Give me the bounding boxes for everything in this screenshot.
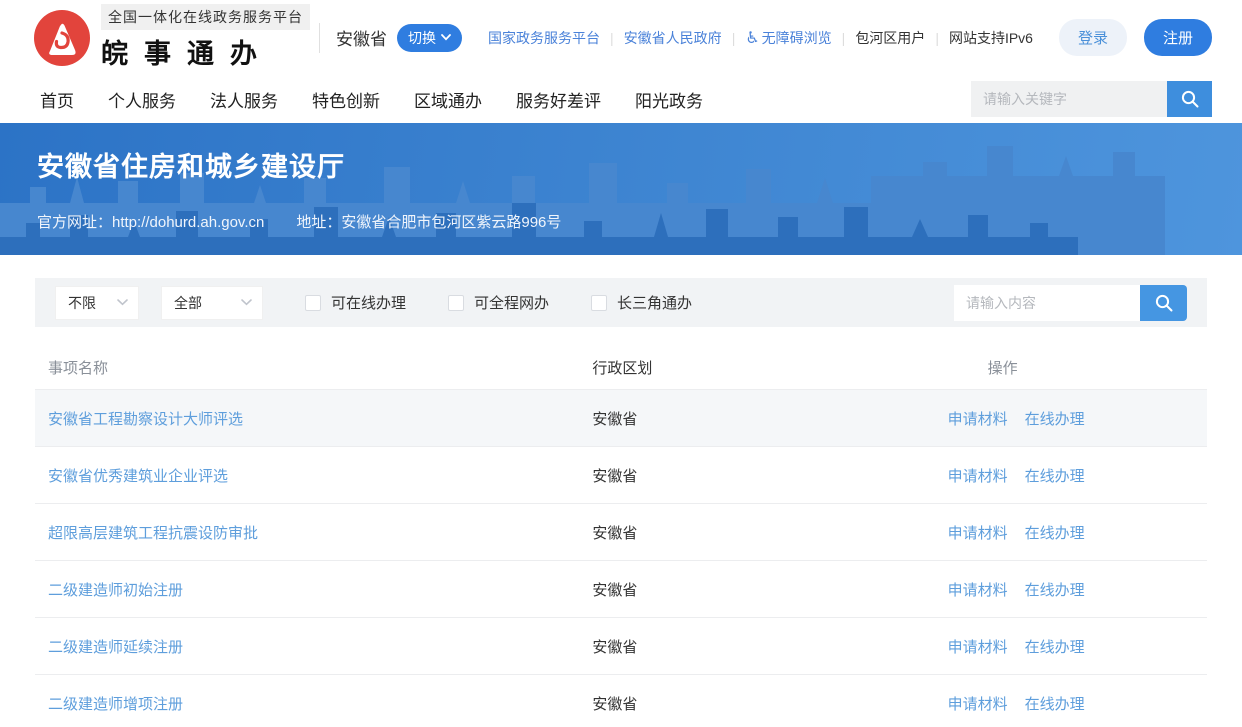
link-national-platform[interactable]: 国家政务服务平台	[488, 28, 600, 48]
type-select[interactable]: 全部	[161, 286, 263, 320]
search-icon	[1180, 89, 1200, 109]
checkbox-label: 可在线办理	[331, 292, 406, 313]
site-brand-title: 皖事通办	[101, 32, 313, 71]
region-select[interactable]: 不限	[55, 286, 139, 320]
link-separator: |	[610, 30, 614, 46]
item-region: 安徽省	[592, 465, 947, 486]
nav-item-regional[interactable]: 区域通办	[414, 87, 482, 112]
nav-item-innovation[interactable]: 特色创新	[312, 87, 380, 112]
chevron-down-icon	[241, 299, 252, 306]
item-region: 安徽省	[592, 408, 947, 429]
nav-search-button[interactable]	[1167, 81, 1212, 117]
type-select-value: 全部	[174, 293, 202, 313]
department-info: 官方网址：http://dohurd.ah.gov.cn 地址：安徽省合肥市包河…	[37, 211, 1242, 232]
nav-item-home[interactable]: 首页	[40, 87, 74, 112]
service-items-table: 事项名称 行政区划 操作 安徽省工程勘察设计大师评选 安徽省 申请材料 在线办理…	[35, 345, 1207, 727]
checkbox-icon	[448, 295, 464, 311]
apply-materials-link[interactable]: 申请材料	[948, 408, 1008, 429]
region-select-value: 不限	[68, 293, 96, 313]
checkbox-full-online[interactable]: 可全程网办	[448, 292, 549, 313]
main-content: 不限 全部 可在线办理 可全程网办 长三角通办	[0, 278, 1242, 727]
checkbox-icon	[591, 295, 607, 311]
current-region-label: 安徽省	[336, 25, 387, 50]
logo-text-block: 全国一体化在线政务服务平台 皖事通办	[101, 4, 313, 71]
apply-materials-link[interactable]: 申请材料	[948, 522, 1008, 543]
nav-item-review[interactable]: 服务好差评	[516, 87, 601, 112]
filter-search-input[interactable]	[954, 285, 1140, 321]
link-anhui-gov[interactable]: 安徽省人民政府	[624, 28, 722, 48]
nav-search-input[interactable]	[971, 81, 1167, 117]
online-handle-link[interactable]: 在线办理	[1025, 636, 1085, 657]
department-address: 地址：安徽省合肥市包河区紫云路996号	[296, 211, 561, 232]
item-name-link[interactable]: 超限高层建筑工程抗震设防审批	[48, 525, 258, 542]
item-name-link[interactable]: 二级建造师增项注册	[48, 696, 183, 713]
filter-bar: 不限 全部 可在线办理 可全程网办 长三角通办	[35, 278, 1207, 327]
search-icon	[1154, 293, 1174, 313]
online-handle-link[interactable]: 在线办理	[1025, 693, 1085, 714]
header-action: 操作	[948, 357, 1194, 378]
checkbox-label: 可全程网办	[474, 292, 549, 313]
header-region: 行政区划	[592, 357, 947, 378]
item-name-link[interactable]: 安徽省工程勘察设计大师评选	[48, 411, 243, 428]
apply-materials-link[interactable]: 申请材料	[948, 579, 1008, 600]
chevron-down-icon	[441, 34, 451, 41]
table-row: 安徽省优秀建筑业企业评选 安徽省 申请材料 在线办理	[35, 446, 1207, 503]
nav-item-personal[interactable]: 个人服务	[108, 87, 176, 112]
item-region: 安徽省	[592, 693, 947, 714]
filter-search-button[interactable]	[1140, 285, 1187, 321]
item-region: 安徽省	[592, 579, 947, 600]
table-header: 事项名称 行政区划 操作	[35, 345, 1207, 389]
item-region: 安徽省	[592, 636, 947, 657]
platform-caption: 全国一体化在线政务服务平台	[101, 4, 310, 30]
online-handle-link[interactable]: 在线办理	[1025, 522, 1085, 543]
item-name-link[interactable]: 二级建造师初始注册	[48, 582, 183, 599]
checkbox-yangtze-delta[interactable]: 长三角通办	[591, 292, 692, 313]
link-separator: |	[732, 30, 736, 46]
department-banner: 安徽省住房和城乡建设厅 官方网址：http://dohurd.ah.gov.cn…	[0, 123, 1242, 255]
nav-search	[971, 81, 1212, 117]
table-row: 二级建造师初始注册 安徽省 申请材料 在线办理	[35, 560, 1207, 617]
chevron-down-icon	[117, 299, 128, 306]
top-bar: 全国一体化在线政务服务平台 皖事通办 安徽省 切换 国家政务服务平台 | 安徽省…	[0, 0, 1242, 75]
apply-materials-link[interactable]: 申请材料	[948, 636, 1008, 657]
accessibility-icon: ♿	[745, 30, 759, 47]
online-handle-link[interactable]: 在线办理	[1025, 579, 1085, 600]
checkbox-online-handling[interactable]: 可在线办理	[305, 292, 406, 313]
table-row: 安徽省工程勘察设计大师评选 安徽省 申请材料 在线办理	[35, 389, 1207, 446]
link-ipv6-support[interactable]: 网站支持IPv6	[949, 28, 1033, 48]
table-row: 二级建造师增项注册 安徽省 申请材料 在线办理	[35, 674, 1207, 727]
link-district-user[interactable]: 包河区用户	[855, 28, 925, 48]
accessibility-label: 无障碍浏览	[762, 30, 832, 46]
apply-materials-link[interactable]: 申请材料	[948, 465, 1008, 486]
item-name-link[interactable]: 安徽省优秀建筑业企业评选	[48, 468, 228, 485]
header-divider	[319, 23, 320, 53]
utility-links: 国家政务服务平台 | 安徽省人民政府 | ♿无障碍浏览 | 包河区用户 | 网站…	[488, 28, 1033, 48]
online-handle-link[interactable]: 在线办理	[1025, 408, 1085, 429]
link-separator: |	[935, 30, 939, 46]
nav-item-sunshine[interactable]: 阳光政务	[635, 87, 703, 112]
main-nav: 首页 个人服务 法人服务 特色创新 区域通办 服务好差评 阳光政务	[0, 75, 1242, 123]
link-separator: |	[842, 30, 846, 46]
register-button[interactable]: 注册	[1144, 19, 1212, 56]
filter-search	[954, 285, 1187, 321]
department-title: 安徽省住房和城乡建设厅	[37, 145, 1242, 184]
switch-label: 切换	[408, 28, 436, 48]
table-row: 超限高层建筑工程抗震设防审批 安徽省 申请材料 在线办理	[35, 503, 1207, 560]
apply-materials-link[interactable]: 申请材料	[948, 693, 1008, 714]
header-item-name: 事项名称	[48, 357, 592, 378]
checkbox-label: 长三角通办	[617, 292, 692, 313]
login-button[interactable]: 登录	[1059, 19, 1127, 56]
item-region: 安徽省	[592, 522, 947, 543]
checkbox-icon	[305, 295, 321, 311]
nav-item-legal[interactable]: 法人服务	[210, 87, 278, 112]
table-row: 二级建造师延续注册 安徽省 申请材料 在线办理	[35, 617, 1207, 674]
site-logo-icon	[33, 9, 91, 67]
item-name-link[interactable]: 二级建造师延续注册	[48, 639, 183, 656]
banner-content: 安徽省住房和城乡建设厅 官方网址：http://dohurd.ah.gov.cn…	[0, 123, 1242, 232]
region-switch-button[interactable]: 切换	[397, 24, 462, 52]
link-accessibility[interactable]: ♿无障碍浏览	[745, 28, 831, 48]
online-handle-link[interactable]: 在线办理	[1025, 465, 1085, 486]
official-website: 官方网址：http://dohurd.ah.gov.cn	[37, 211, 264, 232]
